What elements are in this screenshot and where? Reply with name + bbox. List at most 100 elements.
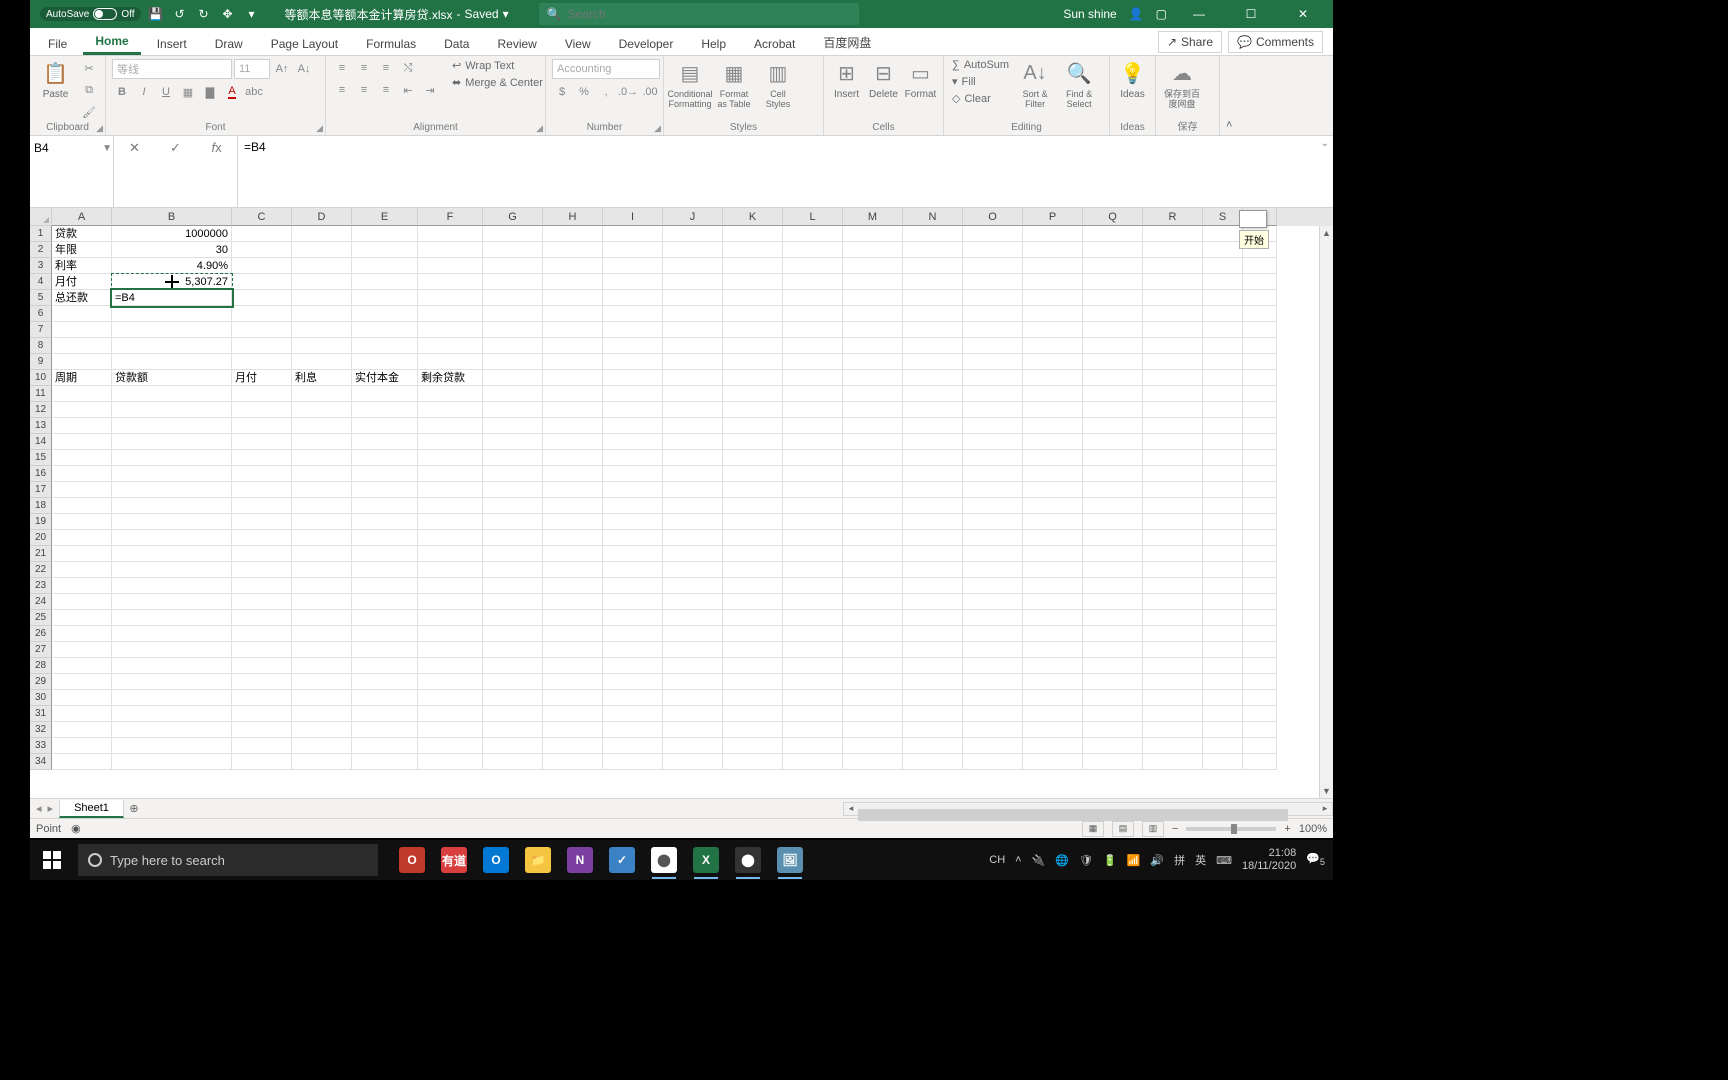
cell-G30[interactable] bbox=[483, 690, 543, 706]
cell-G17[interactable] bbox=[483, 482, 543, 498]
cell-N1[interactable] bbox=[903, 226, 963, 242]
cell-G7[interactable] bbox=[483, 322, 543, 338]
cell-F15[interactable] bbox=[418, 450, 483, 466]
taskbar-app-outlook[interactable]: O bbox=[476, 840, 516, 880]
cell-Q19[interactable] bbox=[1083, 514, 1143, 530]
cell-A16[interactable] bbox=[52, 466, 112, 482]
cell-F3[interactable] bbox=[418, 258, 483, 274]
cell-A5[interactable]: 总还款 bbox=[52, 290, 112, 306]
cell-C13[interactable] bbox=[232, 418, 292, 434]
cell-K22[interactable] bbox=[723, 562, 783, 578]
cell-M2[interactable] bbox=[843, 242, 903, 258]
cell-D27[interactable] bbox=[292, 642, 352, 658]
cell-B18[interactable] bbox=[112, 498, 232, 514]
taskbar-app-excel[interactable]: X bbox=[686, 840, 726, 880]
column-header-F[interactable]: F bbox=[418, 208, 483, 226]
cell-E1[interactable] bbox=[352, 226, 418, 242]
cell-O28[interactable] bbox=[963, 658, 1023, 674]
cell-K8[interactable] bbox=[723, 338, 783, 354]
cell-B34[interactable] bbox=[112, 754, 232, 770]
tab-page-layout[interactable]: Page Layout bbox=[259, 33, 350, 55]
format-painter-icon[interactable]: 🖌 bbox=[79, 103, 99, 121]
find-select-button[interactable]: 🔍Find & Select bbox=[1059, 59, 1099, 109]
number-launcher-icon[interactable]: ◢ bbox=[654, 123, 661, 134]
cell-E23[interactable] bbox=[352, 578, 418, 594]
cell-P15[interactable] bbox=[1023, 450, 1083, 466]
ideas-button[interactable]: 💡Ideas bbox=[1116, 59, 1149, 100]
cell-D7[interactable] bbox=[292, 322, 352, 338]
cell-H5[interactable] bbox=[543, 290, 603, 306]
cell-J28[interactable] bbox=[663, 658, 723, 674]
cell-J20[interactable] bbox=[663, 530, 723, 546]
cell-E16[interactable] bbox=[352, 466, 418, 482]
cell-R1[interactable] bbox=[1143, 226, 1203, 242]
cell-O18[interactable] bbox=[963, 498, 1023, 514]
paste-options-icon[interactable] bbox=[1239, 210, 1267, 228]
cell-D14[interactable] bbox=[292, 434, 352, 450]
cell-C20[interactable] bbox=[232, 530, 292, 546]
cell-D21[interactable] bbox=[292, 546, 352, 562]
cell-E10[interactable]: 实付本金 bbox=[352, 370, 418, 386]
cell-C9[interactable] bbox=[232, 354, 292, 370]
cell-S27[interactable] bbox=[1203, 642, 1243, 658]
cell-R14[interactable] bbox=[1143, 434, 1203, 450]
cell-O2[interactable] bbox=[963, 242, 1023, 258]
cell-T23[interactable] bbox=[1243, 578, 1277, 594]
cell-M33[interactable] bbox=[843, 738, 903, 754]
taskbar-app-explorer[interactable]: 📁 bbox=[518, 840, 558, 880]
cell-B6[interactable] bbox=[112, 306, 232, 322]
cell-L3[interactable] bbox=[783, 258, 843, 274]
cell-E9[interactable] bbox=[352, 354, 418, 370]
cell-P25[interactable] bbox=[1023, 610, 1083, 626]
column-header-B[interactable]: B bbox=[112, 208, 232, 226]
cell-B19[interactable] bbox=[112, 514, 232, 530]
cell-A11[interactable] bbox=[52, 386, 112, 402]
cell-L20[interactable] bbox=[783, 530, 843, 546]
cell-K15[interactable] bbox=[723, 450, 783, 466]
cell-I12[interactable] bbox=[603, 402, 663, 418]
cell-R32[interactable] bbox=[1143, 722, 1203, 738]
cell-B9[interactable] bbox=[112, 354, 232, 370]
cell-S7[interactable] bbox=[1203, 322, 1243, 338]
cell-R29[interactable] bbox=[1143, 674, 1203, 690]
cell-N16[interactable] bbox=[903, 466, 963, 482]
cell-J22[interactable] bbox=[663, 562, 723, 578]
sheet-next-icon[interactable]: ▸ bbox=[48, 802, 54, 815]
row-header-34[interactable]: 34 bbox=[30, 754, 52, 770]
tab-draw[interactable]: Draw bbox=[203, 33, 255, 55]
cell-R21[interactable] bbox=[1143, 546, 1203, 562]
cell-S30[interactable] bbox=[1203, 690, 1243, 706]
cell-T27[interactable] bbox=[1243, 642, 1277, 658]
cell-J8[interactable] bbox=[663, 338, 723, 354]
cell-F22[interactable] bbox=[418, 562, 483, 578]
cell-R30[interactable] bbox=[1143, 690, 1203, 706]
cell-N4[interactable] bbox=[903, 274, 963, 290]
sheet-tab-sheet1[interactable]: Sheet1 bbox=[59, 800, 124, 818]
cell-M31[interactable] bbox=[843, 706, 903, 722]
cell-G5[interactable] bbox=[483, 290, 543, 306]
cell-H28[interactable] bbox=[543, 658, 603, 674]
cell-G3[interactable] bbox=[483, 258, 543, 274]
row-header-17[interactable]: 17 bbox=[30, 482, 52, 498]
cell-D12[interactable] bbox=[292, 402, 352, 418]
cell-L31[interactable] bbox=[783, 706, 843, 722]
cell-D23[interactable] bbox=[292, 578, 352, 594]
collapse-ribbon-icon[interactable]: ˄ bbox=[1226, 119, 1232, 131]
cell-P26[interactable] bbox=[1023, 626, 1083, 642]
cell-J33[interactable] bbox=[663, 738, 723, 754]
cell-L24[interactable] bbox=[783, 594, 843, 610]
cell-C5[interactable] bbox=[232, 290, 292, 306]
cell-T24[interactable] bbox=[1243, 594, 1277, 610]
cell-Q25[interactable] bbox=[1083, 610, 1143, 626]
cell-P6[interactable] bbox=[1023, 306, 1083, 322]
cell-B26[interactable] bbox=[112, 626, 232, 642]
cell-B27[interactable] bbox=[112, 642, 232, 658]
cell-L7[interactable] bbox=[783, 322, 843, 338]
cell-N31[interactable] bbox=[903, 706, 963, 722]
cell-Q31[interactable] bbox=[1083, 706, 1143, 722]
cell-M27[interactable] bbox=[843, 642, 903, 658]
cell-S4[interactable] bbox=[1203, 274, 1243, 290]
increase-indent-icon[interactable]: ⇥ bbox=[420, 81, 440, 99]
tray-globe-icon[interactable]: 🌐 bbox=[1055, 854, 1069, 867]
cell-P12[interactable] bbox=[1023, 402, 1083, 418]
